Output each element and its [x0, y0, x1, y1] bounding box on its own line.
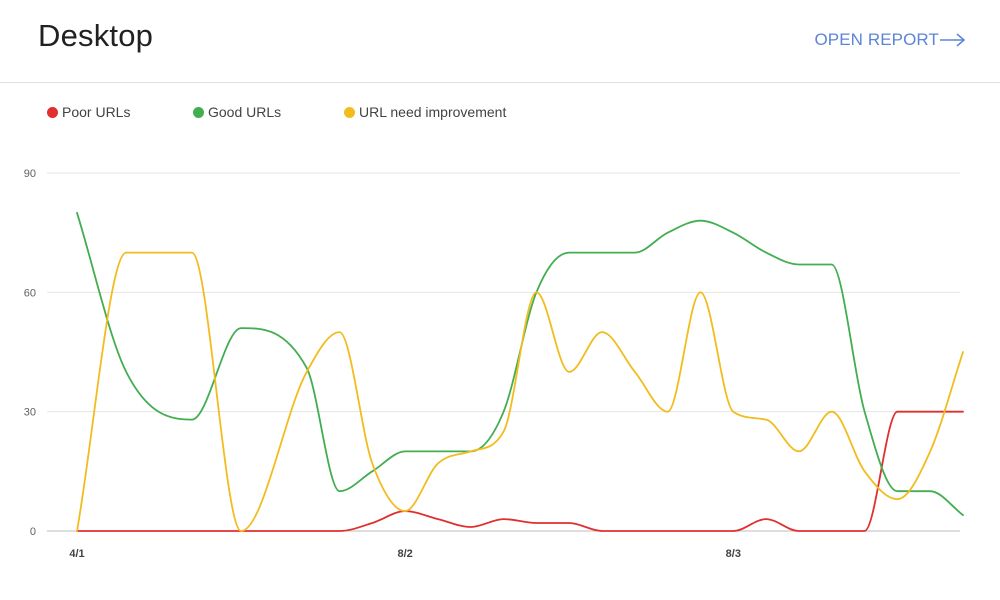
x-tick-label: 8/2	[397, 548, 412, 560]
y-tick-label: 60	[24, 287, 36, 299]
x-tick-label: 8/3	[726, 548, 741, 560]
series-line-good-urls	[76, 211, 964, 516]
line-chart: 0 30 60 90 4/1 8/2 8/3	[24, 168, 964, 560]
x-tick-label: 4/1	[69, 548, 84, 560]
y-tick-label: 0	[30, 526, 36, 538]
y-tick-label: 90	[24, 168, 36, 180]
series-line-poor-urls	[76, 410, 964, 532]
report-card: Desktop OPEN REPORT Poor URLs Good URLs UR…	[0, 0, 1000, 600]
y-tick-label: 30	[24, 407, 36, 419]
